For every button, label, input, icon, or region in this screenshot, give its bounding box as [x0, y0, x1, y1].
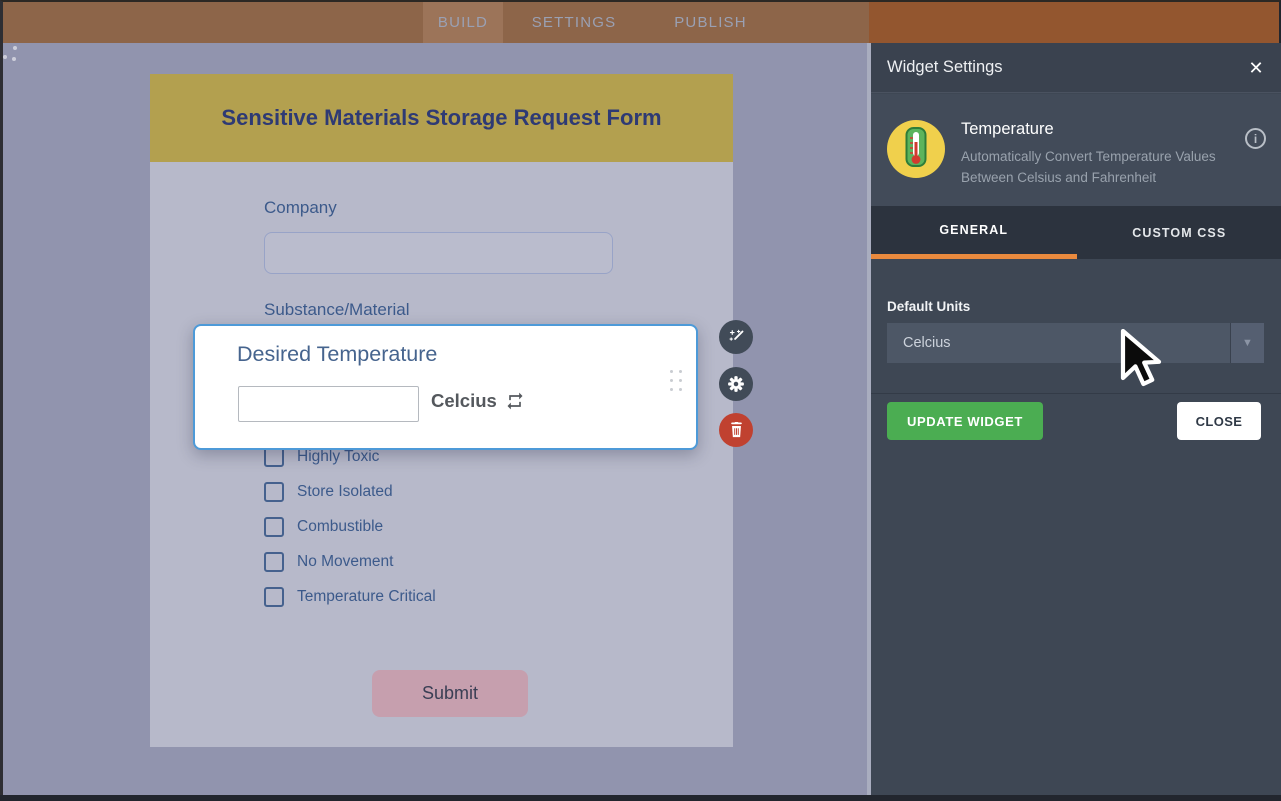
delete-widget-button[interactable]	[719, 413, 753, 447]
widget-drag-handle[interactable]	[670, 370, 682, 391]
default-units-label: Default Units	[887, 299, 970, 314]
widget-card-desired-temperature[interactable]: Desired Temperature Celcius	[193, 324, 698, 450]
company-input[interactable]	[264, 232, 613, 274]
checkbox-combustible[interactable]	[264, 517, 284, 537]
top-bar-right-segment	[869, 2, 1279, 43]
tab-settings-label: SETTINGS	[532, 14, 617, 31]
unit-row: Celcius	[431, 390, 525, 412]
magic-wand-button[interactable]	[719, 320, 753, 354]
checkbox-highly-toxic[interactable]	[264, 447, 284, 467]
panel-title: Widget Settings	[887, 58, 1003, 77]
widget-info-section: Temperature Automatically Convert Temper…	[871, 94, 1281, 206]
company-label: Company	[264, 198, 337, 218]
chevron-down-icon[interactable]: ▼	[1230, 323, 1264, 363]
checkbox-label: No Movement	[297, 553, 393, 571]
form-canvas: Sensitive Materials Storage Request Form…	[3, 43, 871, 796]
temperature-widget-icon	[887, 120, 945, 178]
close-icon[interactable]: ✕	[1244, 56, 1268, 80]
tab-custom-css[interactable]: CUSTOM CSS	[1077, 206, 1281, 259]
widget-settings-panel: Widget Settings ✕ Temperature Automatica…	[871, 43, 1281, 796]
tab-custom-css-label: CUSTOM CSS	[1132, 226, 1226, 240]
update-widget-button[interactable]: UPDATE WIDGET	[887, 402, 1043, 440]
checkbox-row-combustible: Combustible	[264, 516, 383, 538]
panel-header: Widget Settings ✕	[871, 43, 1281, 93]
substance-label: Substance/Material	[264, 300, 410, 320]
tab-general-label: GENERAL	[939, 223, 1008, 237]
unit-label: Celcius	[431, 390, 497, 412]
magic-wand-icon	[728, 329, 745, 346]
checkbox-row-store-isolated: Store Isolated	[264, 481, 393, 503]
submit-button[interactable]: Submit	[372, 670, 528, 717]
default-units-value: Celcius	[903, 335, 1230, 351]
app-window: BUILD SETTINGS PUBLISH Sensitive Materia…	[0, 0, 1281, 801]
checkbox-store-isolated[interactable]	[264, 482, 284, 502]
tab-general[interactable]: GENERAL	[871, 206, 1077, 259]
convert-units-icon	[505, 391, 525, 411]
checkbox-row-temperature-critical: Temperature Critical	[264, 586, 436, 608]
widget-name: Temperature	[961, 120, 1054, 139]
widget-settings-button[interactable]	[719, 367, 753, 401]
info-icon[interactable]: i	[1245, 128, 1266, 149]
tab-publish[interactable]: PUBLISH	[658, 2, 763, 43]
trash-icon	[729, 422, 744, 438]
tab-settings[interactable]: SETTINGS	[515, 2, 633, 43]
checkbox-label: Store Isolated	[297, 483, 393, 501]
checkbox-label: Highly Toxic	[297, 448, 379, 466]
tab-build[interactable]: BUILD	[423, 2, 503, 43]
gear-icon	[727, 375, 745, 393]
close-panel-button[interactable]: CLOSE	[1177, 402, 1261, 440]
widget-card-title: Desired Temperature	[237, 342, 437, 367]
default-units-dropdown[interactable]: Celcius ▼	[887, 323, 1264, 363]
top-bar: BUILD SETTINGS PUBLISH	[3, 2, 1279, 43]
widget-description: Automatically Convert Temperature Values…	[961, 147, 1243, 189]
tab-publish-label: PUBLISH	[674, 14, 747, 31]
form-title-bar: Sensitive Materials Storage Request Form	[150, 74, 733, 162]
checkbox-label: Combustible	[297, 518, 383, 536]
checkbox-no-movement[interactable]	[264, 552, 284, 572]
window-bottom-edge	[0, 795, 1281, 801]
panel-tabs: GENERAL CUSTOM CSS	[871, 206, 1281, 259]
tab-build-label: BUILD	[438, 14, 488, 31]
resize-handle[interactable]	[3, 43, 19, 61]
checkbox-label: Temperature Critical	[297, 588, 436, 606]
temperature-value-input[interactable]	[238, 386, 419, 422]
panel-divider	[871, 393, 1281, 394]
form-title: Sensitive Materials Storage Request Form	[221, 105, 661, 131]
checkbox-temperature-critical[interactable]	[264, 587, 284, 607]
checkbox-row-no-movement: No Movement	[264, 551, 393, 573]
